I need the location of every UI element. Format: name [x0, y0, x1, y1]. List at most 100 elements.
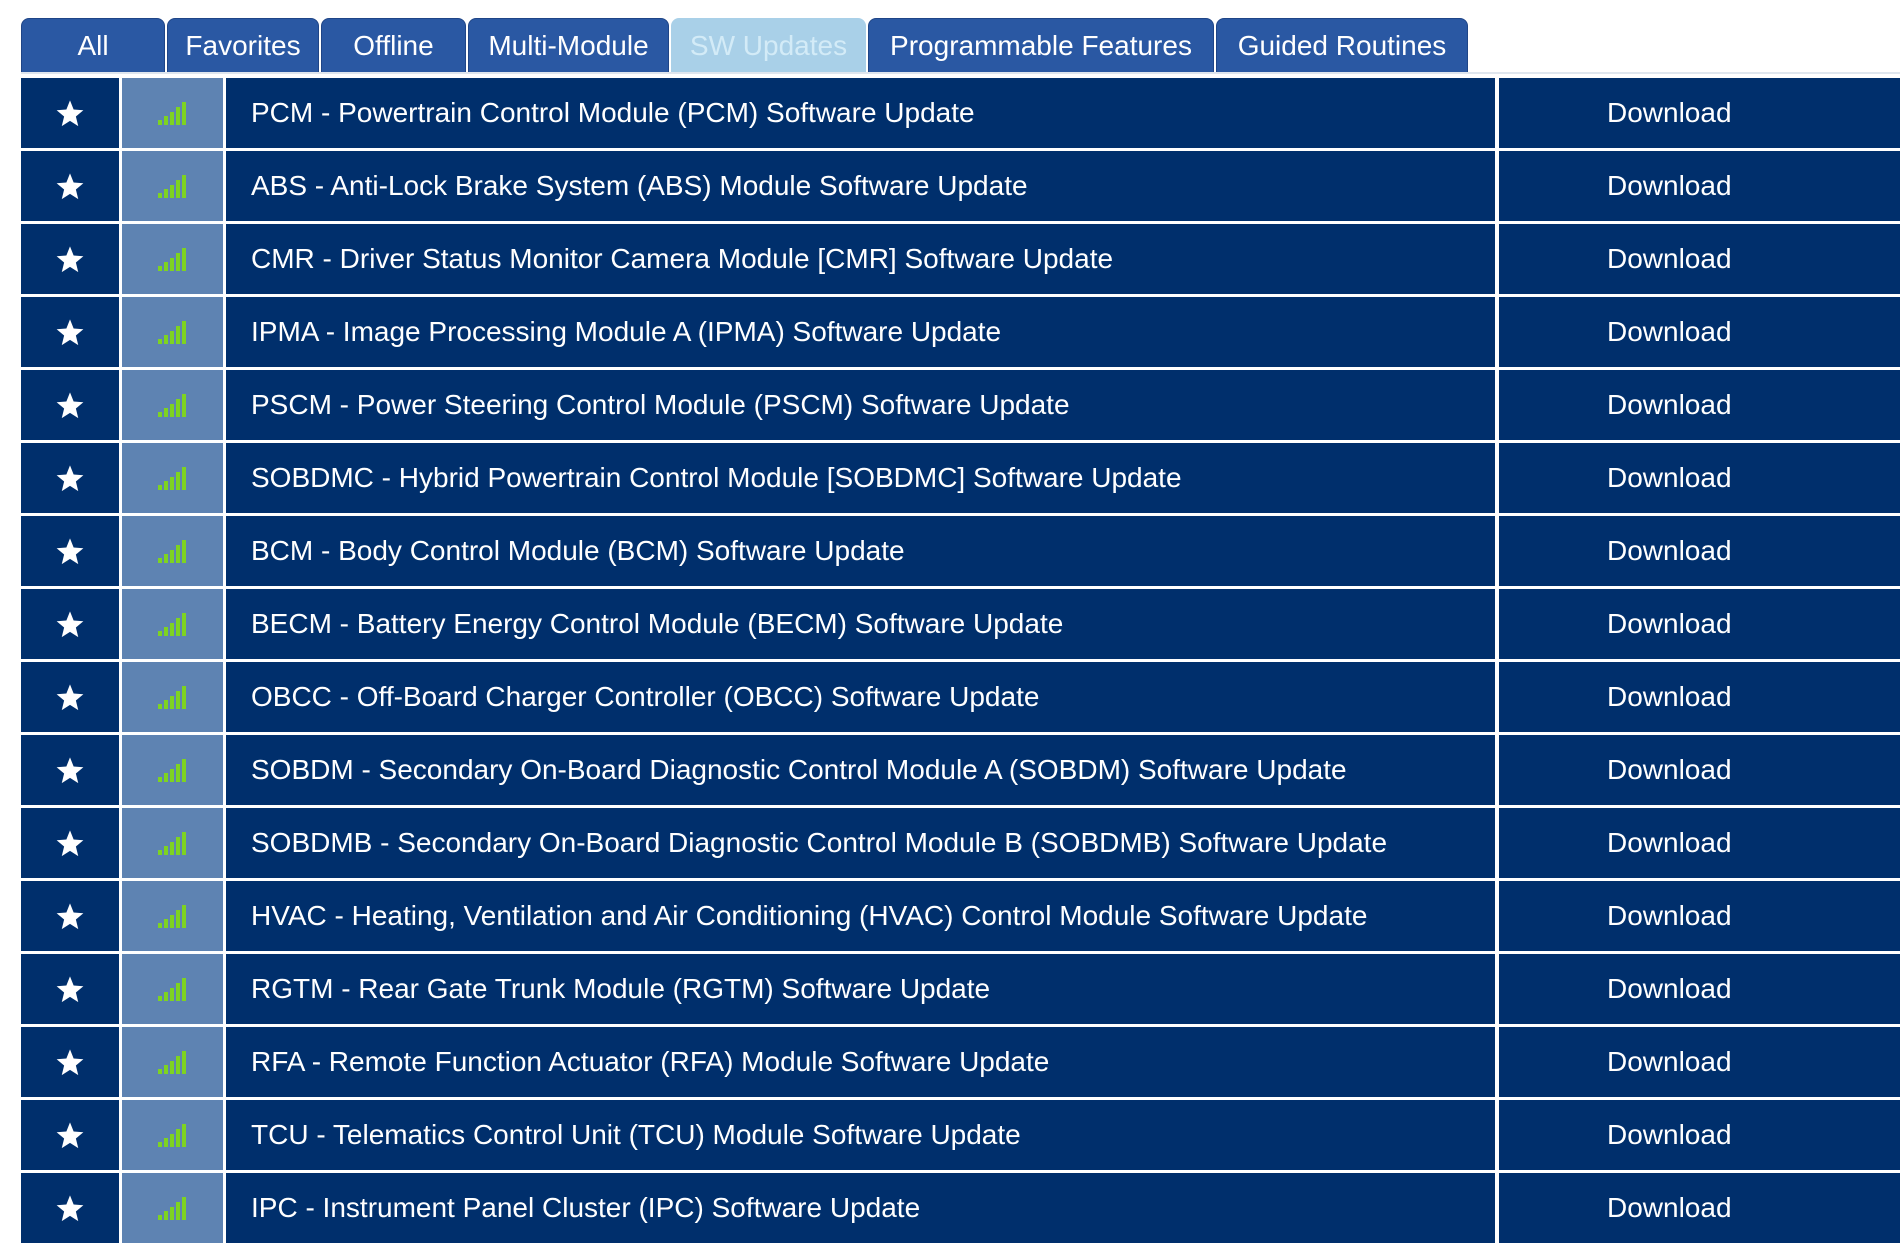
module-update-name: BCM - Body Control Module (BCM) Software… — [226, 516, 1495, 586]
download-button[interactable]: Download — [1499, 297, 1900, 367]
signal-strength-icon — [157, 1122, 189, 1148]
star-icon — [55, 683, 85, 712]
module-update-name: ABS - Anti-Lock Brake System (ABS) Modul… — [226, 151, 1495, 221]
favorite-toggle[interactable] — [21, 881, 119, 951]
signal-cell — [122, 370, 223, 440]
star-icon — [55, 1121, 85, 1150]
table-row: OBCC - Off-Board Charger Controller (OBC… — [21, 662, 1900, 732]
table-row: PCM - Powertrain Control Module (PCM) So… — [21, 78, 1900, 148]
favorite-toggle[interactable] — [21, 224, 119, 294]
star-icon — [55, 318, 85, 347]
download-button[interactable]: Download — [1499, 735, 1900, 805]
download-button[interactable]: Download — [1499, 1027, 1900, 1097]
favorite-toggle[interactable] — [21, 954, 119, 1024]
favorite-toggle[interactable] — [21, 1027, 119, 1097]
download-button[interactable]: Download — [1499, 443, 1900, 513]
star-icon — [55, 902, 85, 931]
star-icon — [55, 1048, 85, 1077]
download-button[interactable]: Download — [1499, 954, 1900, 1024]
signal-cell — [122, 516, 223, 586]
download-button[interactable]: Download — [1499, 808, 1900, 878]
download-button[interactable]: Download — [1499, 589, 1900, 659]
star-icon — [55, 610, 85, 639]
signal-strength-icon — [157, 173, 189, 199]
signal-cell — [122, 1173, 223, 1243]
tab-favorites[interactable]: Favorites — [167, 18, 319, 72]
module-update-name: IPMA - Image Processing Module A (IPMA) … — [226, 297, 1495, 367]
tab-all[interactable]: All — [21, 18, 165, 72]
module-update-name: PSCM - Power Steering Control Module (PS… — [226, 370, 1495, 440]
module-update-name: PCM - Powertrain Control Module (PCM) So… — [226, 78, 1495, 148]
table-row: PSCM - Power Steering Control Module (PS… — [21, 370, 1900, 440]
signal-strength-icon — [157, 976, 189, 1002]
download-button[interactable]: Download — [1499, 370, 1900, 440]
table-row: IPC - Instrument Panel Cluster (IPC) Sof… — [21, 1173, 1900, 1243]
download-button[interactable]: Download — [1499, 151, 1900, 221]
download-button[interactable]: Download — [1499, 881, 1900, 951]
tab-guided-routines[interactable]: Guided Routines — [1216, 18, 1468, 72]
module-update-name: SOBDM - Secondary On-Board Diagnostic Co… — [226, 735, 1495, 805]
favorite-toggle[interactable] — [21, 1173, 119, 1243]
table-row: RGTM - Rear Gate Trunk Module (RGTM) Sof… — [21, 954, 1900, 1024]
table-row: BCM - Body Control Module (BCM) Software… — [21, 516, 1900, 586]
tab-offline[interactable]: Offline — [321, 18, 466, 72]
favorite-toggle[interactable] — [21, 735, 119, 805]
favorite-toggle[interactable] — [21, 297, 119, 367]
tab-programmable-features[interactable]: Programmable Features — [868, 18, 1214, 72]
signal-cell — [122, 297, 223, 367]
table-row: SOBDMC - Hybrid Powertrain Control Modul… — [21, 443, 1900, 513]
star-icon — [55, 245, 85, 274]
module-update-name: OBCC - Off-Board Charger Controller (OBC… — [226, 662, 1495, 732]
download-button[interactable]: Download — [1499, 224, 1900, 294]
signal-cell — [122, 78, 223, 148]
download-button[interactable]: Download — [1499, 662, 1900, 732]
signal-cell — [122, 151, 223, 221]
favorite-toggle[interactable] — [21, 151, 119, 221]
signal-strength-icon — [157, 1195, 189, 1221]
module-update-name: SOBDMC - Hybrid Powertrain Control Modul… — [226, 443, 1495, 513]
signal-strength-icon — [157, 319, 189, 345]
tab-sw-updates[interactable]: SW Updates — [671, 18, 866, 72]
favorite-toggle[interactable] — [21, 443, 119, 513]
signal-cell — [122, 224, 223, 294]
tab-multi-module[interactable]: Multi-Module — [468, 18, 669, 72]
download-button[interactable]: Download — [1499, 1100, 1900, 1170]
signal-cell — [122, 662, 223, 732]
module-update-name: SOBDMB - Secondary On-Board Diagnostic C… — [226, 808, 1495, 878]
favorite-toggle[interactable] — [21, 370, 119, 440]
favorite-toggle[interactable] — [21, 78, 119, 148]
signal-cell — [122, 735, 223, 805]
table-row: BECM - Battery Energy Control Module (BE… — [21, 589, 1900, 659]
module-update-name: CMR - Driver Status Monitor Camera Modul… — [226, 224, 1495, 294]
favorite-toggle[interactable] — [21, 516, 119, 586]
module-update-name: RGTM - Rear Gate Trunk Module (RGTM) Sof… — [226, 954, 1495, 1024]
table-row: IPMA - Image Processing Module A (IPMA) … — [21, 297, 1900, 367]
signal-cell — [122, 808, 223, 878]
signal-strength-icon — [157, 611, 189, 637]
module-update-name: HVAC - Heating, Ventilation and Air Cond… — [226, 881, 1495, 951]
signal-cell — [122, 443, 223, 513]
signal-cell — [122, 1100, 223, 1170]
signal-strength-icon — [157, 465, 189, 491]
table-row: ABS - Anti-Lock Brake System (ABS) Modul… — [21, 151, 1900, 221]
signal-cell — [122, 881, 223, 951]
favorite-toggle[interactable] — [21, 589, 119, 659]
signal-cell — [122, 589, 223, 659]
download-button[interactable]: Download — [1499, 1173, 1900, 1243]
star-icon — [55, 464, 85, 493]
favorite-toggle[interactable] — [21, 808, 119, 878]
favorite-toggle[interactable] — [21, 1100, 119, 1170]
download-button[interactable]: Download — [1499, 78, 1900, 148]
signal-strength-icon — [157, 538, 189, 564]
table-row: TCU - Telematics Control Unit (TCU) Modu… — [21, 1100, 1900, 1170]
signal-strength-icon — [157, 246, 189, 272]
signal-cell — [122, 954, 223, 1024]
table-row: HVAC - Heating, Ventilation and Air Cond… — [21, 881, 1900, 951]
favorite-toggle[interactable] — [21, 662, 119, 732]
module-update-name: TCU - Telematics Control Unit (TCU) Modu… — [226, 1100, 1495, 1170]
signal-strength-icon — [157, 684, 189, 710]
signal-strength-icon — [157, 830, 189, 856]
table-row: SOBDMB - Secondary On-Board Diagnostic C… — [21, 808, 1900, 878]
download-button[interactable]: Download — [1499, 516, 1900, 586]
software-update-list: PCM - Powertrain Control Module (PCM) So… — [21, 78, 1900, 1246]
